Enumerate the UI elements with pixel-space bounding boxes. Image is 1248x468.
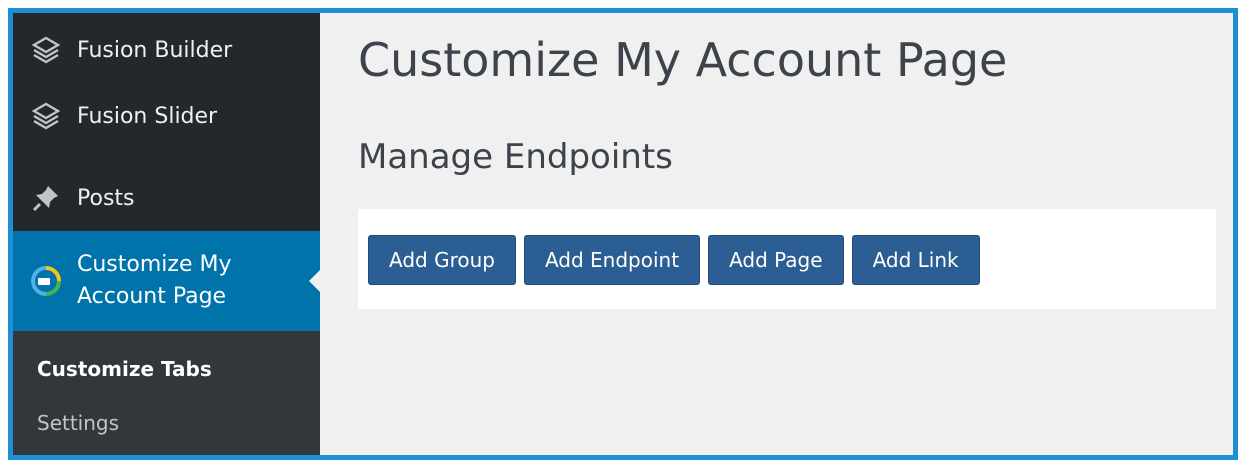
button-row: Add Group Add Endpoint Add Page Add Link bbox=[368, 235, 980, 285]
customize-account-icon bbox=[29, 264, 63, 298]
active-indicator-arrow bbox=[309, 270, 320, 292]
sidebar-item-label: Posts bbox=[77, 185, 135, 211]
admin-sidebar: Fusion Builder Fusion Slider Posts Custo… bbox=[13, 13, 320, 455]
add-group-button[interactable]: Add Group bbox=[368, 235, 516, 285]
sidebar-item-customize-my-account[interactable]: Customize My Account Page bbox=[13, 231, 320, 331]
sidebar-item-label: Fusion Slider bbox=[77, 103, 218, 129]
add-link-button[interactable]: Add Link bbox=[851, 235, 980, 285]
submenu-item-settings[interactable]: Settings bbox=[37, 411, 119, 435]
window-frame: Fusion Builder Fusion Slider Posts Custo… bbox=[8, 8, 1238, 460]
sidebar-item-label-line2: Account Page bbox=[77, 284, 227, 309]
main-content: Customize My Account Page Manage Endpoin… bbox=[320, 13, 1233, 455]
fusion-builder-icon bbox=[29, 33, 63, 67]
fusion-slider-icon bbox=[29, 99, 63, 133]
sidebar-item-label-wrap: Customize My Account Page bbox=[77, 249, 231, 313]
page-title: Customize My Account Page bbox=[358, 33, 1008, 87]
add-page-button[interactable]: Add Page bbox=[708, 235, 844, 285]
add-endpoint-button[interactable]: Add Endpoint bbox=[523, 235, 701, 285]
section-title: Manage Endpoints bbox=[358, 137, 673, 177]
pin-icon bbox=[29, 181, 63, 215]
sidebar-item-fusion-slider[interactable]: Fusion Slider bbox=[13, 91, 320, 141]
sidebar-item-label-line1: Customize My bbox=[77, 252, 232, 277]
sidebar-item-label: Fusion Builder bbox=[77, 37, 233, 63]
sidebar-item-posts[interactable]: Posts bbox=[13, 173, 320, 223]
submenu-item-customize-tabs[interactable]: Customize Tabs bbox=[37, 357, 212, 381]
endpoints-panel: Add Group Add Endpoint Add Page Add Link bbox=[358, 209, 1216, 309]
submenu: Customize Tabs Settings bbox=[13, 331, 320, 455]
sidebar-item-fusion-builder[interactable]: Fusion Builder bbox=[13, 25, 320, 75]
